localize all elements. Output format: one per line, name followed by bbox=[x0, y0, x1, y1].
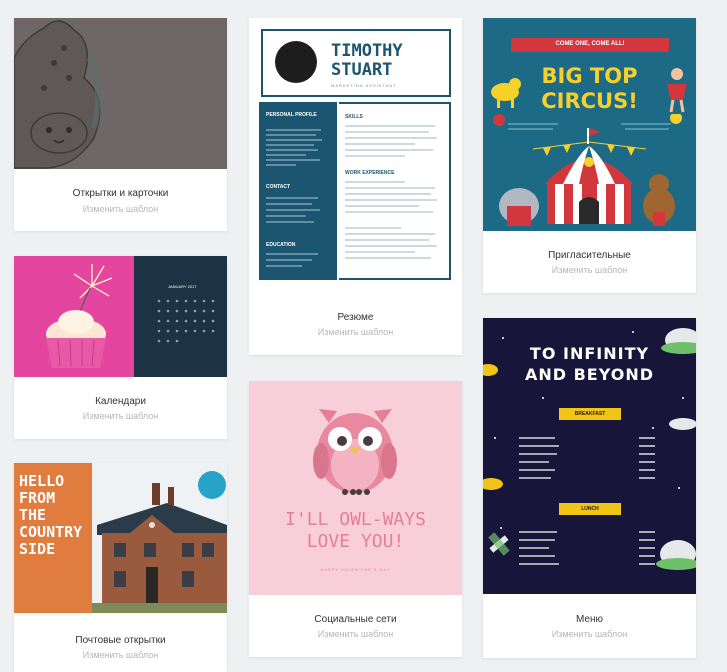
resume-right-column: SKILLS WORK EXPERIENCE bbox=[339, 102, 451, 280]
postcard-line-5: SIDE bbox=[19, 540, 56, 558]
postcards-thumbnail[interactable]: HELLO FROM THE COUNTRY SIDE bbox=[14, 463, 227, 613]
social-line1: I'LL OWL-WAYS bbox=[285, 509, 426, 530]
postcard-line-1: HELLO bbox=[19, 472, 65, 490]
template-card-menu[interactable]: TO INFINITY AND BEYOND BREAKFAST LUNCH М… bbox=[483, 318, 696, 658]
calendars-thumbnail[interactable]: JANUARY 2017 bbox=[14, 256, 227, 377]
resume-edit-link[interactable]: Изменить шаблон bbox=[249, 327, 462, 337]
invitations-label: Пригласительные bbox=[548, 250, 631, 261]
social-edit-link[interactable]: Изменить шаблон bbox=[249, 629, 462, 639]
menu-thumbnail[interactable]: TO INFINITY AND BEYOND BREAKFAST LUNCH bbox=[483, 318, 696, 594]
calendars-label: Календари bbox=[95, 396, 146, 407]
resume-heading-skills: SKILLS bbox=[345, 114, 363, 120]
postcards-label: Почтовые открытки bbox=[75, 635, 166, 646]
resume-left-text-lines bbox=[266, 129, 322, 267]
cards-label: Открытки и карточки bbox=[72, 188, 169, 199]
invitations-edit-link[interactable]: Изменить шаблон bbox=[483, 265, 696, 275]
calendar-days-grid bbox=[157, 299, 215, 343]
menu-edit-link[interactable]: Изменить шаблон bbox=[483, 629, 696, 639]
template-card-calendars[interactable]: JANUARY 2017 Календари Изменить шаблон bbox=[14, 256, 227, 439]
cupcake-illustration bbox=[46, 264, 113, 368]
resume-name-line1: TIMOTHY bbox=[331, 41, 403, 61]
social-line2: LOVE YOU! bbox=[306, 531, 405, 552]
postcards-edit-link[interactable]: Изменить шаблон bbox=[14, 650, 227, 660]
resume-subtitle: MARKETING ASSISTANT bbox=[331, 83, 397, 88]
postcard-line-4: COUNTRY bbox=[19, 523, 83, 541]
resume-right-text-lines bbox=[345, 125, 437, 259]
resume-header-box: TIMOTHY STUART MARKETING ASSISTANT bbox=[261, 29, 451, 97]
resume-name-line2: STUART bbox=[331, 60, 393, 80]
template-card-resume[interactable]: TIMOTHY STUART MARKETING ASSISTANT PERSO… bbox=[249, 18, 462, 355]
house-photo bbox=[92, 463, 227, 613]
circus-banner-text: COME ONE, COME ALL! bbox=[555, 41, 625, 47]
social-thumbnail[interactable]: I'LL OWL-WAYS LOVE YOU! HAPPY VALENTINE'… bbox=[249, 381, 462, 595]
resume-thumbnail[interactable]: TIMOTHY STUART MARKETING ASSISTANT PERSO… bbox=[249, 18, 462, 293]
social-footer: HAPPY VALENTINE'S DAY bbox=[320, 567, 391, 572]
template-card-social[interactable]: I'LL OWL-WAYS LOVE YOU! HAPPY VALENTINE'… bbox=[249, 381, 462, 657]
calendars-edit-link[interactable]: Изменить шаблон bbox=[14, 411, 227, 421]
template-card-cards[interactable]: Открытки и карточки Изменить шаблон bbox=[14, 18, 227, 231]
cards-thumbnail[interactable] bbox=[14, 18, 227, 169]
carousel-horse-icon bbox=[491, 78, 521, 108]
calendar-grid-panel: JANUARY 2017 bbox=[134, 256, 227, 377]
resume-left-column: PERSONAL PROFILE CONTACT EDUCATION bbox=[259, 102, 337, 280]
resume-heading-profile: PERSONAL PROFILE bbox=[266, 112, 317, 118]
resume-avatar bbox=[275, 41, 317, 83]
acrobat-icon bbox=[667, 68, 687, 113]
menu-space-decorations bbox=[483, 328, 696, 570]
calendar-month: JANUARY 2017 bbox=[168, 284, 197, 289]
cards-preview-illustration bbox=[14, 20, 101, 169]
menu-label: Меню bbox=[575, 614, 604, 625]
owl-illustration bbox=[313, 409, 397, 495]
postcard-text: HELLO FROM THE COUNTRY SIDE bbox=[19, 473, 82, 558]
social-label: Социальные сети bbox=[314, 614, 397, 625]
postcard-line-2: FROM bbox=[19, 489, 56, 507]
invitations-thumbnail[interactable]: COME ONE, COME ALL! BIG TOP CIRCUS! bbox=[483, 18, 696, 231]
calendar-photo bbox=[14, 256, 134, 377]
circus-illustration bbox=[493, 114, 682, 226]
cards-edit-link[interactable]: Изменить шаблон bbox=[14, 204, 227, 214]
postcard-line-3: THE bbox=[19, 506, 47, 524]
template-card-postcards[interactable]: HELLO FROM THE COUNTRY SIDE Почтовые отк… bbox=[14, 463, 227, 672]
postcard-text-panel: HELLO FROM THE COUNTRY SIDE bbox=[14, 463, 92, 613]
resume-label: Резюме bbox=[337, 312, 374, 323]
template-card-invitations[interactable]: COME ONE, COME ALL! BIG TOP CIRCUS! Приг… bbox=[483, 18, 696, 293]
